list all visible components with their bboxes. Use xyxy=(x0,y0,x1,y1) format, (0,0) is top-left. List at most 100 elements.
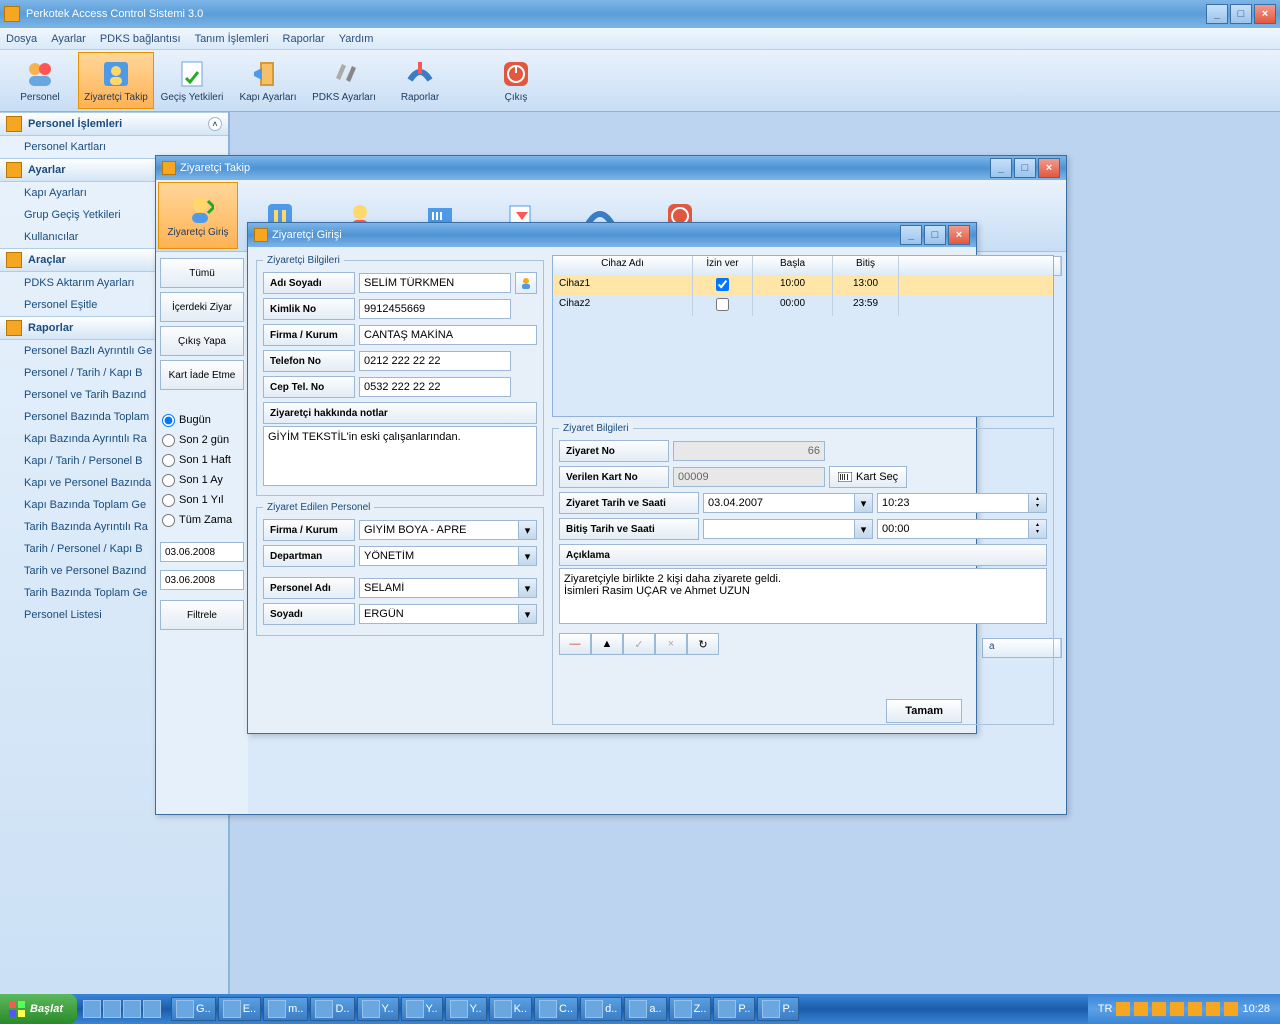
tray-icon-1[interactable] xyxy=(1116,1002,1130,1016)
task-11[interactable]: Z.. xyxy=(669,997,712,1021)
radio-son1ay[interactable]: Son 1 Ay xyxy=(162,470,242,490)
takip-max[interactable]: □ xyxy=(1014,158,1036,178)
takip-min[interactable]: _ xyxy=(990,158,1012,178)
giris-titlebar: Ziyaretçi Girişi _□× xyxy=(248,223,976,247)
task-3[interactable]: D.. xyxy=(310,997,354,1021)
menu-dosya[interactable]: Dosya xyxy=(6,33,37,45)
taskbar: Başlat G.. E.. m.. D.. Y.. Y.. Y.. K.. C… xyxy=(0,994,1280,1024)
takip-btn-tumu[interactable]: Tümü xyxy=(160,258,244,288)
nav-cancel-button[interactable]: × xyxy=(655,633,687,655)
device-check-1[interactable] xyxy=(716,298,729,311)
combo-departman[interactable]: ▾ xyxy=(359,546,537,566)
nav-accept-button[interactable]: ✓ xyxy=(623,633,655,655)
giris-close[interactable]: × xyxy=(948,225,970,245)
radio-tumzama[interactable]: Tüm Zama xyxy=(162,510,242,530)
tb-cikis[interactable]: Çıkış xyxy=(478,52,554,109)
radio-son1haft[interactable]: Son 1 Haft xyxy=(162,450,242,470)
spin-bitis-saat[interactable]: ▴▾ xyxy=(877,519,1047,539)
takip-btn-cikis[interactable]: Çıkış Yapa xyxy=(160,326,244,356)
radio-son2gun[interactable]: Son 2 gün xyxy=(162,430,242,450)
combo-firma[interactable]: ▾ xyxy=(359,520,537,540)
tb-pdks-ayarlari[interactable]: PDKS Ayarları xyxy=(306,52,382,109)
input-notlar[interactable] xyxy=(263,426,537,486)
tb-personel[interactable]: Personel xyxy=(2,52,78,109)
takip-close[interactable]: × xyxy=(1038,158,1060,178)
takip-titlebar: Ziyaretçi Takip _□× xyxy=(156,156,1066,180)
task-6[interactable]: Y.. xyxy=(445,997,487,1021)
takip-date2[interactable] xyxy=(160,570,244,590)
tamam-button[interactable]: Tamam xyxy=(886,699,962,723)
spin-ziyaret-saat[interactable]: ▴▾ xyxy=(877,493,1047,513)
giris-icon xyxy=(254,228,268,242)
device-row-0[interactable]: Cihaz1 10:00 13:00 xyxy=(553,276,1053,296)
ql-1[interactable] xyxy=(83,1000,101,1018)
menu-yardim[interactable]: Yardım xyxy=(339,33,374,45)
menu-pdks[interactable]: PDKS bağlantısı xyxy=(100,33,181,45)
close-button[interactable]: × xyxy=(1254,4,1276,24)
task-7[interactable]: K.. xyxy=(489,997,532,1021)
start-button[interactable]: Başlat xyxy=(0,994,77,1024)
ql-2[interactable] xyxy=(103,1000,121,1018)
task-5[interactable]: Y.. xyxy=(401,997,443,1021)
task-12[interactable]: P.. xyxy=(713,997,755,1021)
input-firma[interactable] xyxy=(359,325,537,345)
giris-max[interactable]: □ xyxy=(924,225,946,245)
input-kimlik[interactable] xyxy=(359,299,511,319)
task-0[interactable]: G.. xyxy=(171,997,216,1021)
combo-bitis-tarih[interactable]: ▾ xyxy=(703,519,873,539)
tb-raporlar[interactable]: Raporlar xyxy=(382,52,458,109)
takip-btn-filtrele[interactable]: Filtrele xyxy=(160,600,244,630)
menu-ayarlar[interactable]: Ayarlar xyxy=(51,33,86,45)
ql-3[interactable] xyxy=(123,1000,141,1018)
app-titlebar: Perkotek Access Control Sistemi 3.0 _ □ … xyxy=(0,0,1280,28)
ql-4[interactable] xyxy=(143,1000,161,1018)
takip-icon xyxy=(162,161,176,175)
nav-delete-button[interactable]: — xyxy=(559,633,591,655)
tray-icon-4[interactable] xyxy=(1170,1002,1184,1016)
nav-up-button[interactable]: ▲ xyxy=(591,633,623,655)
tray-icon-6[interactable] xyxy=(1206,1002,1220,1016)
tray-icon-2[interactable] xyxy=(1134,1002,1148,1016)
menu-raporlar[interactable]: Raporlar xyxy=(283,33,325,45)
input-aciklama[interactable] xyxy=(559,568,1047,624)
tray-icon-3[interactable] xyxy=(1152,1002,1166,1016)
input-telefon[interactable] xyxy=(359,351,511,371)
lookup-person-button[interactable] xyxy=(515,272,537,294)
radio-son1yil[interactable]: Son 1 Yıl xyxy=(162,490,242,510)
device-row-1[interactable]: Cihaz2 00:00 23:59 xyxy=(553,296,1053,316)
input-adsoyad[interactable] xyxy=(359,273,511,293)
combo-soyadi[interactable]: ▾ xyxy=(359,604,537,624)
minimize-button[interactable]: _ xyxy=(1206,4,1228,24)
combo-ziyaret-tarih[interactable]: ▾ xyxy=(703,493,873,513)
task-13[interactable]: P.. xyxy=(757,997,799,1021)
maximize-button[interactable]: □ xyxy=(1230,4,1252,24)
takip-date1[interactable] xyxy=(160,542,244,562)
app-title: Perkotek Access Control Sistemi 3.0 xyxy=(26,8,203,20)
task-1[interactable]: E.. xyxy=(218,997,261,1021)
input-cep[interactable] xyxy=(359,377,511,397)
takip-tb-giris[interactable]: Ziyaretçi Giriş xyxy=(158,182,238,249)
tb-kapi-ayarlari[interactable]: Kapı Ayarları xyxy=(230,52,306,109)
task-2[interactable]: m.. xyxy=(263,997,308,1021)
task-10[interactable]: a.. xyxy=(624,997,666,1021)
takip-btn-kartiade[interactable]: Kart İade Etme xyxy=(160,360,244,390)
task-8[interactable]: C.. xyxy=(534,997,578,1021)
task-4[interactable]: Y.. xyxy=(357,997,399,1021)
tb-gecis-yetkileri[interactable]: Geçiş Yetkileri xyxy=(154,52,230,109)
task-9[interactable]: d.. xyxy=(580,997,622,1021)
takip-btn-icerdeki[interactable]: İçerdeki Ziyar xyxy=(160,292,244,322)
device-check-0[interactable] xyxy=(716,278,729,291)
grp-ziyaret-edilen: Ziyaret Edilen Personel Firma / Kurum▾ D… xyxy=(256,502,544,636)
side-hdr-personel[interactable]: Personel İşlemleri˄ xyxy=(0,112,228,136)
menu-tanim[interactable]: Tanım İşlemleri xyxy=(195,33,269,45)
tb-ziyaretci-takip[interactable]: Ziyaretçi Takip xyxy=(78,52,154,109)
nav-refresh-button[interactable]: ↻ xyxy=(687,633,719,655)
kart-sec-button[interactable]: Kart Seç xyxy=(829,466,907,488)
tray-icon-7[interactable] xyxy=(1224,1002,1238,1016)
lang-indicator[interactable]: TR xyxy=(1098,1003,1113,1015)
tray-icon-5[interactable] xyxy=(1188,1002,1202,1016)
radio-bugun[interactable]: Bugün xyxy=(162,410,242,430)
giris-min[interactable]: _ xyxy=(900,225,922,245)
combo-personel-adi[interactable]: ▾ xyxy=(359,578,537,598)
clock[interactable]: 10:28 xyxy=(1242,1003,1270,1015)
